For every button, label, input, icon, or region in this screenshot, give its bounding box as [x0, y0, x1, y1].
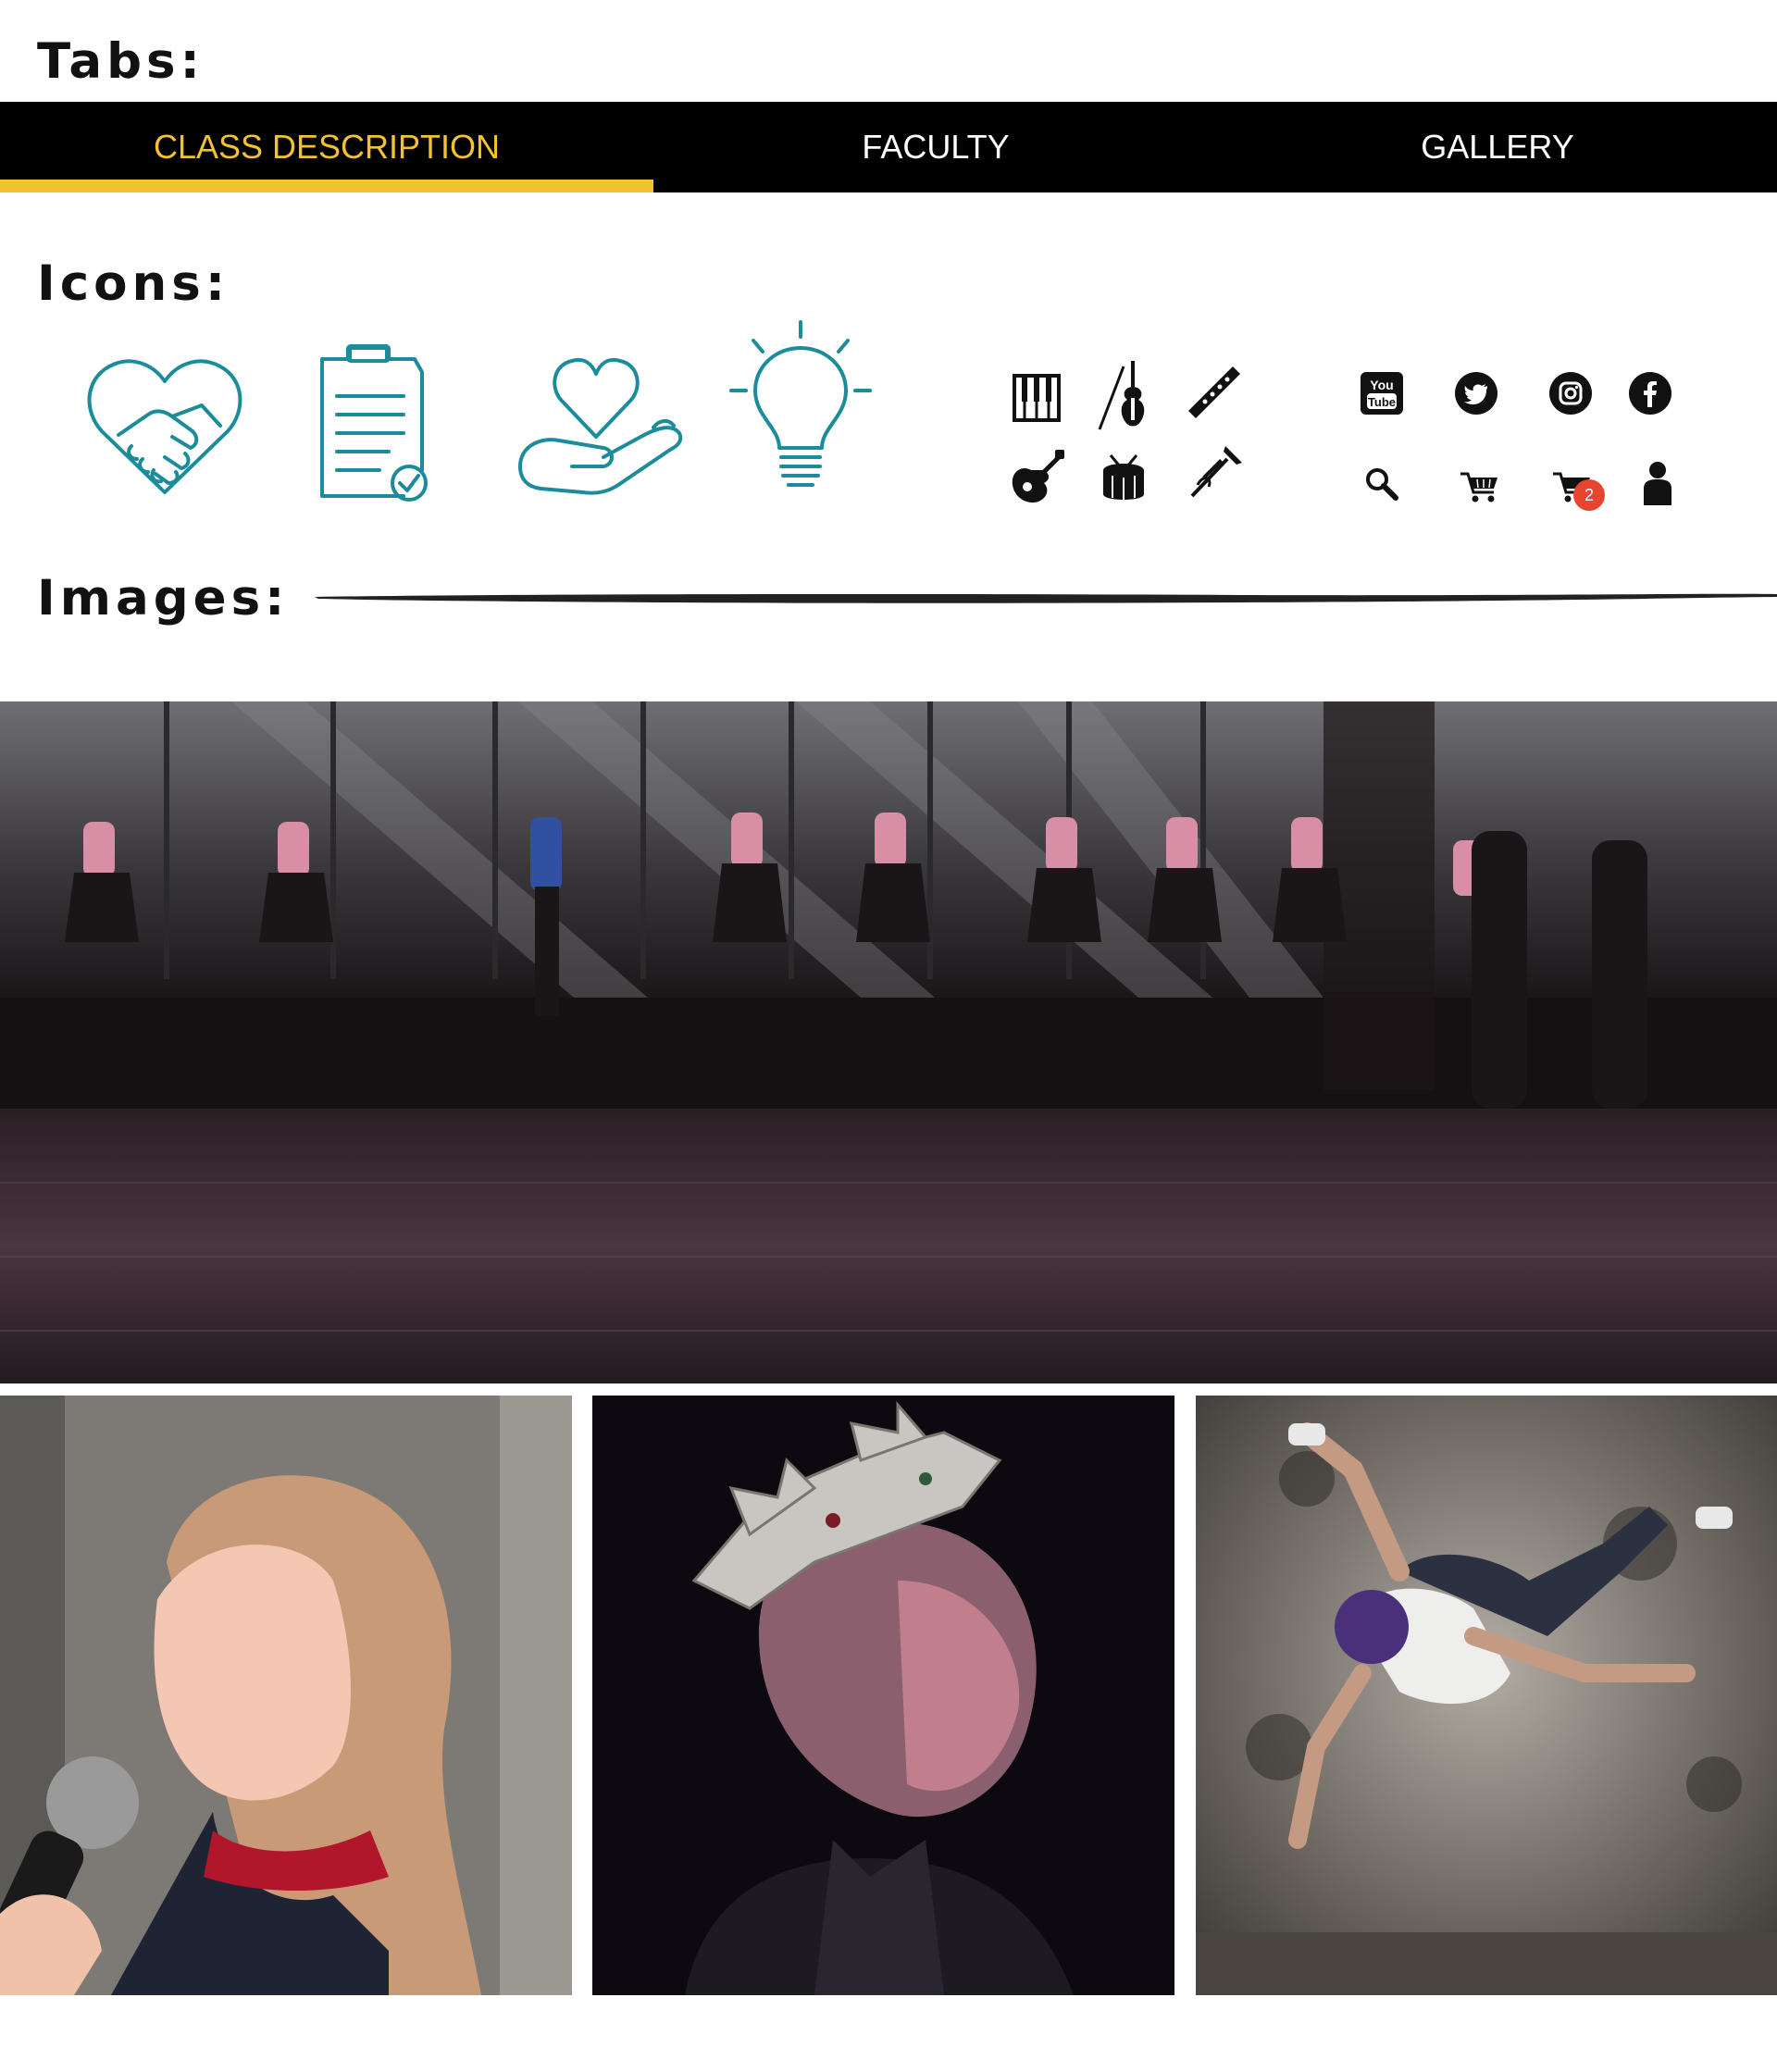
violin-icon	[1098, 361, 1145, 430]
flute-icon	[1188, 366, 1240, 418]
heart-in-hand-icon	[518, 358, 683, 495]
user-icon[interactable]	[1642, 461, 1673, 505]
instagram-icon[interactable]	[1549, 372, 1592, 415]
youtube-icon-text-tube: Tube	[1368, 395, 1396, 409]
twitter-icon[interactable]	[1455, 372, 1497, 415]
images-heading: Images:	[37, 570, 290, 627]
drum-icon	[1103, 454, 1144, 500]
clipboard-check-icon	[320, 344, 428, 502]
tab-gallery[interactable]: GALLERY	[1218, 102, 1777, 192]
actor-crown-photo	[592, 1396, 1174, 1995]
cart-icon[interactable]	[1459, 470, 1499, 503]
girl-singing-photo	[0, 1396, 572, 1995]
tab-class-description[interactable]: CLASS DESCRIPTION	[0, 102, 653, 192]
cart-count-badge: 2	[1573, 479, 1605, 511]
tab-faculty[interactable]: FACULTY	[653, 102, 1218, 192]
breakdancer-photo	[1196, 1396, 1777, 1995]
youtube-icon[interactable]: You Tube	[1361, 372, 1403, 415]
lightbulb-icon	[729, 320, 872, 487]
guitar-icon	[1012, 450, 1064, 503]
facebook-icon[interactable]	[1629, 372, 1671, 415]
heart-handshake-icon	[87, 359, 242, 494]
search-icon[interactable]	[1364, 466, 1399, 502]
brush-stroke-divider	[315, 593, 1777, 603]
tab-bar: CLASS DESCRIPTION FACULTY GALLERY	[0, 102, 1777, 192]
tabs-heading: Tabs:	[37, 33, 205, 90]
ballet-class-photo	[0, 701, 1777, 1383]
piano-keys-icon	[1013, 374, 1061, 422]
trumpet-icon	[1190, 446, 1242, 498]
youtube-icon-text-you: You	[1370, 378, 1393, 392]
icons-heading: Icons:	[37, 255, 230, 312]
